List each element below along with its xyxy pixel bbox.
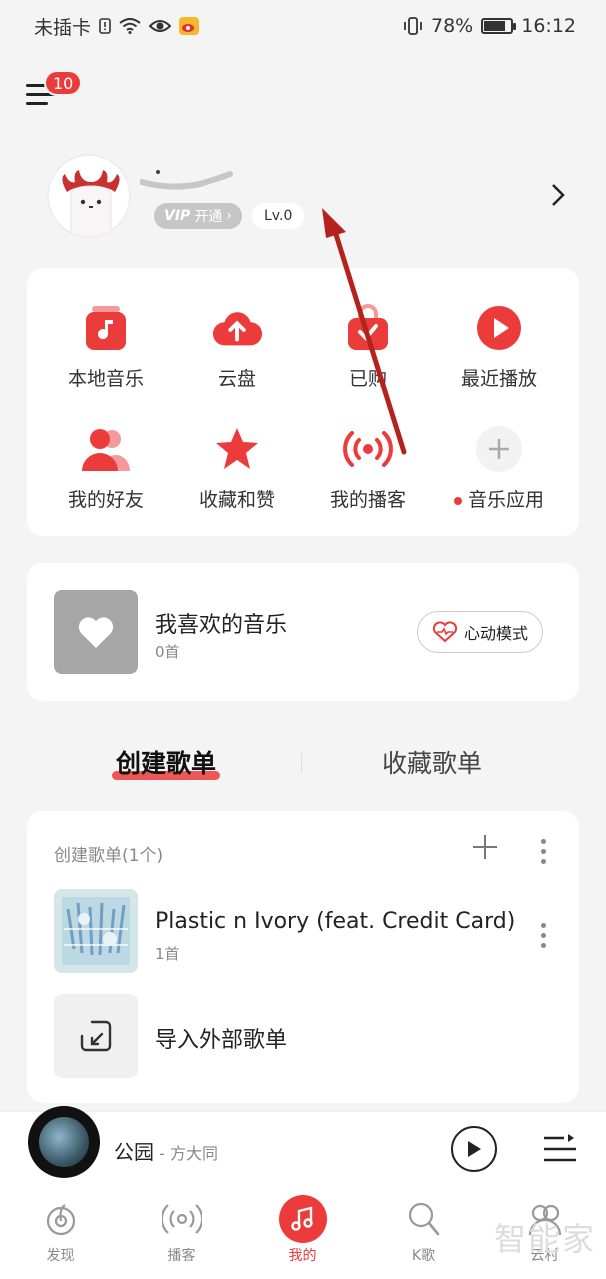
shortcut-music-apps[interactable]: 音乐应用: [430, 423, 568, 512]
menu-line: [26, 102, 48, 105]
friends-icon: [80, 423, 132, 475]
playlist-queue-button[interactable]: [542, 1132, 576, 1166]
discover-icon: [41, 1199, 81, 1239]
level-badge[interactable]: Lv.0: [252, 203, 305, 229]
playlist-cover[interactable]: [54, 889, 138, 973]
playlists-more-button[interactable]: [541, 839, 547, 869]
local-music-icon: [80, 302, 132, 354]
nav-podcast[interactable]: 播客: [121, 1199, 242, 1265]
purchased-bag-icon: [342, 302, 394, 354]
clock: 16:12: [521, 15, 576, 37]
add-app-icon: [473, 423, 525, 475]
heartbeat-icon: [432, 621, 458, 643]
carrier-text: 未插卡: [34, 16, 92, 39]
shortcut-label: 云盘: [217, 368, 256, 390]
shortcut-friends[interactable]: 我的好友: [37, 423, 175, 512]
shortcut-label-text: 音乐应用: [467, 489, 544, 511]
liked-cover: [54, 590, 138, 674]
plus-icon: [473, 835, 497, 859]
eye-icon: [149, 20, 172, 32]
shortcut-podcast[interactable]: 我的播客: [299, 423, 437, 512]
now-playing: 公园 - 方大同: [114, 1136, 218, 1165]
watermark: 智能家: [494, 1220, 597, 1258]
battery-icon: [481, 18, 517, 34]
add-playlist-button[interactable]: [471, 833, 499, 867]
vip-tag: VIP: [164, 208, 191, 224]
podcast-icon: [342, 423, 394, 475]
wifi-icon: [119, 18, 141, 34]
play-icon: [468, 1141, 481, 1157]
username-blurred: [140, 170, 233, 190]
sim-alert-icon: [99, 18, 111, 34]
avatar[interactable]: [47, 154, 131, 238]
vip-label: 开通: [194, 209, 223, 225]
nav-karaoke[interactable]: K歌: [363, 1199, 484, 1265]
tab-created-playlists[interactable]: 创建歌单: [112, 744, 221, 780]
chevron-right-icon: ›: [226, 208, 232, 224]
shortcut-recent[interactable]: 最近播放: [430, 302, 568, 391]
shortcut-label: 收藏和赞: [198, 489, 275, 511]
shortcut-label: 音乐应用: [430, 485, 568, 512]
import-playlist-label[interactable]: 导入外部歌单: [155, 1022, 287, 1054]
import-icon: [80, 1020, 112, 1052]
tab-collected-playlists[interactable]: 收藏歌单: [382, 744, 482, 780]
shortcut-label: 已购: [348, 368, 387, 390]
heart-icon: [78, 617, 114, 648]
shortcut-local-music[interactable]: 本地音乐: [37, 302, 175, 391]
liked-title: 我喜欢的音乐: [155, 613, 288, 638]
profile-chevron-right-icon[interactable]: [550, 182, 566, 215]
shortcut-purchased[interactable]: 已购: [299, 302, 437, 391]
tab-divider: [301, 753, 302, 773]
queue-icon: [544, 1134, 576, 1162]
tab-collected-label: 收藏歌单: [382, 749, 483, 778]
heartbeat-mode-label: 心动模式: [464, 624, 529, 643]
liked-music-card[interactable]: 我喜欢的音乐 0首 心动模式: [27, 563, 579, 701]
new-dot: [453, 496, 462, 505]
vibrate-icon: [404, 17, 422, 35]
star-icon: [211, 423, 263, 475]
status-right: 78% 16:12: [403, 15, 576, 37]
import-playlist-icon-box[interactable]: [54, 994, 138, 1078]
playlist-count: 1首: [155, 945, 180, 963]
shortcuts-card: 本地音乐 云盘 已购 最近播放 我的好友 收藏和赞 我的播客 音乐应用: [27, 268, 579, 536]
podcast-nav-icon: [161, 1199, 202, 1239]
shortcut-label: 本地音乐: [67, 368, 144, 390]
heartbeat-mode-button[interactable]: 心动模式: [417, 611, 544, 653]
recent-play-icon: [473, 302, 525, 354]
microphone-icon: [404, 1199, 444, 1239]
song-artist: - 方大同: [154, 1144, 218, 1163]
playlist-artwork: [54, 889, 138, 973]
weibo-icon: [179, 17, 200, 35]
notification-badge: 10: [44, 70, 83, 96]
shortcut-label: 我的好友: [67, 489, 144, 511]
nav-label: K歌: [411, 1248, 436, 1264]
playlist-more-button[interactable]: [541, 923, 547, 953]
shortcut-cloud[interactable]: 云盘: [168, 302, 306, 391]
deer-avatar-icon: [62, 170, 120, 236]
status-left: 未插卡: [34, 13, 200, 40]
play-button[interactable]: [451, 1126, 497, 1172]
battery-percent: 78%: [431, 15, 474, 37]
vip-button[interactable]: VIP 开通 ›: [154, 203, 242, 229]
shortcut-label: 我的播客: [329, 489, 406, 511]
playlist-title: Plastic n Ivory (feat. Credit Card): [155, 909, 516, 934]
nav-mine[interactable]: 我的: [242, 1195, 363, 1265]
nav-label: 发现: [46, 1248, 75, 1264]
cloud-upload-icon: [211, 302, 263, 354]
song-title: 公园: [114, 1140, 154, 1164]
tab-created-label: 创建歌单: [116, 749, 217, 778]
playlists-header: 创建歌单(1个): [54, 846, 164, 866]
nav-label: 播客: [167, 1248, 196, 1264]
shortcut-favorites[interactable]: 收藏和赞: [168, 423, 306, 512]
album-art: [39, 1117, 89, 1167]
nav-discover[interactable]: 发现: [0, 1199, 121, 1265]
album-disc[interactable]: [28, 1106, 100, 1178]
shortcut-label: 最近播放: [460, 368, 537, 390]
liked-count: 0首: [155, 643, 180, 661]
music-note-icon: [278, 1195, 327, 1243]
status-bar: 未插卡 78% 16:12: [0, 0, 606, 52]
nav-label: 我的: [288, 1248, 317, 1264]
created-playlists-card: 创建歌单(1个) Plastic n Ivory (feat. Credit C…: [27, 811, 579, 1103]
mini-player[interactable]: 公园 - 方大同: [0, 1106, 606, 1189]
